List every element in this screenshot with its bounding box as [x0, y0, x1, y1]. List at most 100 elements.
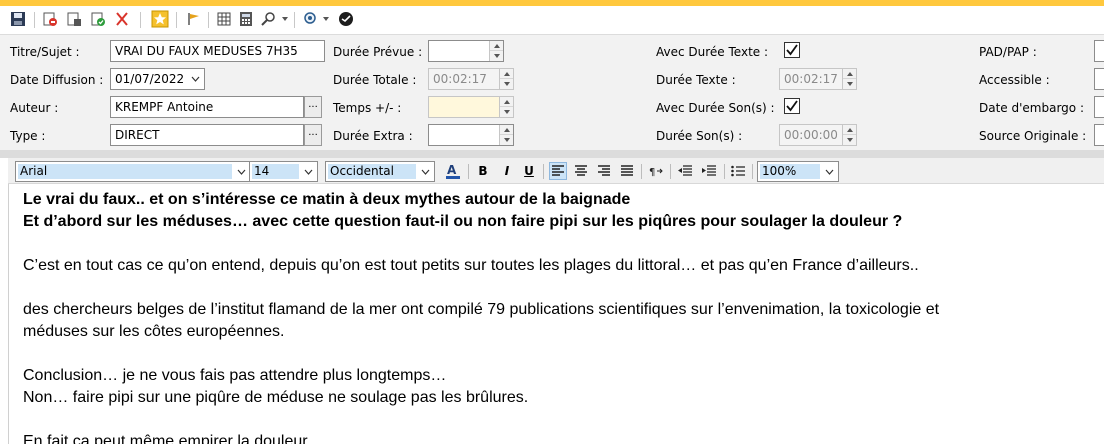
chevron-down-icon[interactable]	[280, 9, 290, 29]
check-icon[interactable]	[88, 9, 108, 29]
indent-increase-icon[interactable]	[700, 162, 718, 180]
delete-icon[interactable]	[40, 9, 60, 29]
zoom-icon[interactable]	[258, 9, 278, 29]
chevron-down-icon[interactable]	[820, 162, 838, 181]
duree-sons-input: 00:00:00	[779, 124, 857, 146]
flag-icon[interactable]	[184, 9, 204, 29]
temps-input	[428, 96, 514, 118]
avec-duree-sons-label: Avec Durée Son(s) :	[656, 101, 775, 115]
font-size-select[interactable]: 14	[249, 161, 318, 182]
auteur-browse-button[interactable]: ...	[304, 96, 322, 118]
chevron-down-icon[interactable]	[321, 9, 331, 29]
duree-extra-label: Durée Extra :	[333, 129, 413, 143]
svg-text:¶: ¶	[649, 167, 655, 177]
duree-prevue-input[interactable]	[428, 40, 504, 62]
pad-pap-label: PAD/PAP :	[979, 45, 1037, 59]
checkmark-icon	[786, 100, 798, 112]
editor-paragraph: méduses sur les côtes européennes.	[23, 323, 285, 340]
align-justify-icon[interactable]	[618, 162, 636, 180]
svg-text:A: A	[447, 163, 457, 177]
duree-totale-value: 00:02:17	[433, 72, 487, 86]
font-size-value: 14	[252, 164, 299, 179]
font-family-value: Arial	[18, 164, 232, 179]
duree-totale-spinner	[499, 69, 513, 89]
print-icon[interactable]	[64, 9, 84, 29]
paragraph-direction-icon[interactable]: ¶	[647, 162, 665, 180]
accessible-label: Accessible :	[979, 73, 1050, 87]
bold-button[interactable]: B	[474, 162, 492, 180]
font-family-select[interactable]: Arial	[15, 161, 251, 182]
date-diffusion-picker[interactable]: 01/07/2022	[110, 68, 205, 90]
duree-texte-input: 00:02:17	[779, 68, 857, 90]
chevron-down-icon[interactable]	[416, 162, 434, 181]
bullet-list-icon[interactable]	[729, 162, 747, 180]
type-browse-button[interactable]: ...	[304, 124, 322, 146]
search-icon[interactable]	[300, 9, 320, 29]
checkmark-icon	[786, 44, 798, 56]
charset-select[interactable]: Occidental	[325, 161, 435, 182]
duree-prevue-label: Durée Prévue :	[333, 45, 423, 59]
editor-paragraph: Conclusion… je ne vous fais pas attendre…	[23, 367, 447, 384]
duree-sons-spinner	[842, 125, 856, 145]
duree-sons-label: Durée Son(s) :	[656, 129, 743, 143]
align-center-icon[interactable]	[572, 162, 590, 180]
source-originale-label: Source Originale :	[979, 129, 1087, 143]
spell-icon[interactable]	[336, 9, 356, 29]
chevron-down-icon[interactable]	[186, 69, 204, 89]
italic-button[interactable]: I	[498, 162, 516, 180]
duree-extra-spinner[interactable]	[499, 125, 513, 145]
duree-texte-spinner	[842, 69, 856, 89]
editor-paragraph: En fait ça peut même empirer la douleur	[23, 433, 308, 444]
accessible-input[interactable]	[1094, 68, 1104, 90]
pad-pap-input[interactable]	[1094, 40, 1104, 62]
source-originale-input[interactable]	[1094, 124, 1104, 146]
star-icon[interactable]	[150, 9, 170, 29]
align-left-icon[interactable]	[549, 162, 567, 180]
grid-icon[interactable]	[214, 9, 234, 29]
date-diffusion-label: Date Diffusion :	[10, 73, 104, 87]
date-diffusion-value: 01/07/2022	[115, 72, 185, 86]
editor-paragraph: Et d’abord sur les méduses… avec cette q…	[23, 213, 903, 230]
duree-totale-label: Durée Totale :	[333, 73, 417, 87]
auteur-label: Auteur :	[10, 101, 59, 115]
duree-sons-value: 00:00:00	[784, 128, 838, 142]
duree-prevue-spinner[interactable]	[489, 41, 503, 61]
temps-spinner	[499, 97, 513, 117]
charset-value: Occidental	[328, 164, 416, 179]
editor-paragraph: Non… faire pipi sur une piqûre de méduse…	[23, 389, 529, 406]
editor-paragraph: Le vrai du faux.. et on s’intéresse ce m…	[23, 191, 631, 208]
calculator-icon[interactable]	[236, 9, 256, 29]
temps-label: Temps +/- :	[333, 101, 402, 115]
chevron-down-icon[interactable]	[232, 162, 250, 181]
editor-paragraph: des chercheurs belges de l’institut flam…	[23, 301, 940, 318]
separator-band	[0, 150, 1104, 158]
indent-decrease-icon[interactable]	[676, 162, 694, 180]
titre-input[interactable]: VRAI DU FAUX MEDUSES 7H35	[110, 40, 325, 62]
type-input[interactable]: DIRECT	[110, 124, 304, 146]
chevron-down-icon[interactable]	[299, 162, 317, 181]
duree-extra-input[interactable]	[428, 124, 514, 146]
titre-label: Titre/Sujet :	[10, 45, 80, 59]
rich-text-toolbar: Arial 14 Occidental A B I U ¶ 100%	[8, 158, 1104, 184]
duree-texte-label: Durée Texte :	[656, 73, 736, 87]
save-icon[interactable]	[8, 9, 28, 29]
main-toolbar	[0, 6, 1104, 34]
avec-duree-texte-checkbox[interactable]	[784, 42, 800, 58]
auteur-input[interactable]: KREMPF Antoine	[110, 96, 304, 118]
zoom-value: 100%	[760, 164, 820, 179]
scissors-icon[interactable]	[112, 9, 132, 29]
align-right-icon[interactable]	[595, 162, 613, 180]
underline-button[interactable]: U	[520, 162, 538, 180]
date-embargo-input[interactable]	[1094, 96, 1104, 118]
duree-texte-value: 00:02:17	[784, 72, 838, 86]
date-embargo-label: Date d'embargo :	[979, 101, 1084, 115]
type-label: Type :	[10, 129, 46, 143]
avec-duree-sons-checkbox[interactable]	[784, 98, 800, 114]
text-editor[interactable]: Le vrai du faux.. et on s’intéresse ce m…	[8, 184, 1104, 444]
duree-totale-input: 00:02:17	[428, 68, 514, 90]
editor-paragraph: C’est en tout cas ce qu’on entend, depui…	[23, 257, 919, 274]
font-color-icon[interactable]: A	[444, 162, 462, 180]
zoom-select[interactable]: 100%	[757, 161, 839, 182]
metadata-form: Titre/Sujet : VRAI DU FAUX MEDUSES 7H35 …	[0, 34, 1104, 150]
avec-duree-texte-label: Avec Durée Texte :	[656, 45, 769, 59]
